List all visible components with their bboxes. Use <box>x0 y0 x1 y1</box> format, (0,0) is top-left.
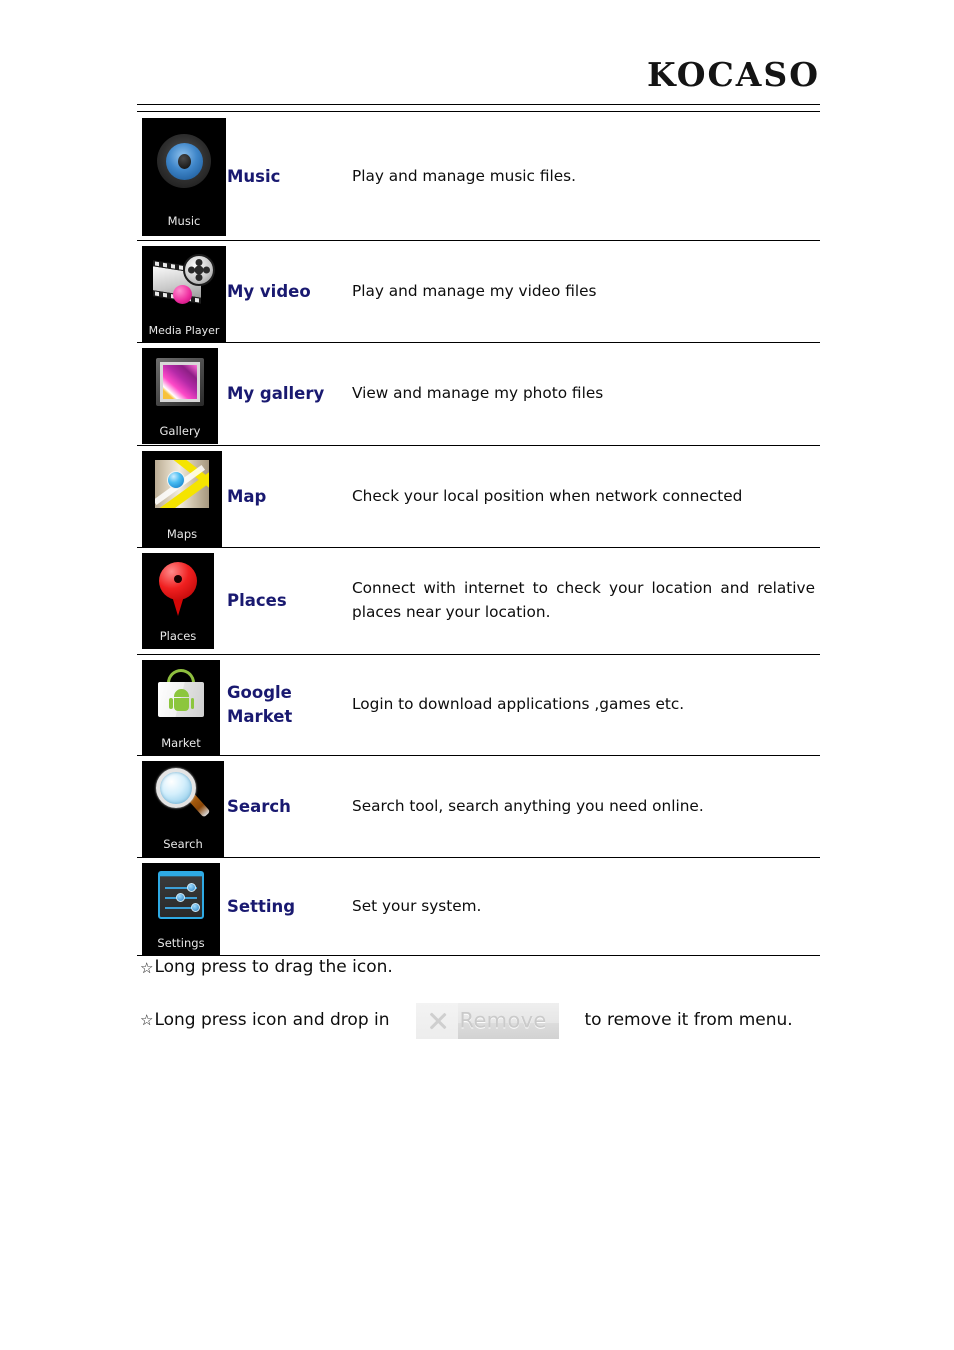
app-name-cell: Map <box>227 446 352 547</box>
app-name: My gallery <box>227 384 325 404</box>
app-name: Search <box>227 796 291 816</box>
icon-cell: Places <box>137 548 227 654</box>
app-desc: Login to download applications ,games et… <box>352 695 685 714</box>
tile-label: Settings <box>157 935 205 950</box>
footer-notes: ☆ Long press to drag the icon. ☆ Long pr… <box>140 955 830 1039</box>
app-name-cell: Search <box>227 756 352 857</box>
header-rule-upper <box>137 104 820 105</box>
app-name-cell: Google Market <box>227 655 352 755</box>
close-icon <box>428 1010 449 1031</box>
app-desc: Set your system. <box>352 896 482 915</box>
app-desc-cell: Connect with internet to check your loca… <box>352 548 820 654</box>
note-drag-text: Long press to drag the icon. <box>154 957 393 977</box>
app-desc-cell: Search tool, search anything you need on… <box>352 756 820 857</box>
icon-cell: Market <box>137 655 227 756</box>
tile-label: Places <box>159 628 197 643</box>
market-icon: Market <box>142 660 220 756</box>
icon-cell: Gallery <box>137 343 227 445</box>
app-desc-cell: Check your local position when network c… <box>352 446 820 547</box>
star-icon: ☆ <box>140 958 154 977</box>
icon-cell: Music <box>137 113 227 240</box>
remove-drop-target[interactable]: Remove <box>415 1002 559 1039</box>
settings-icon: Settings <box>142 863 220 955</box>
icon-cell: Maps <box>137 446 227 547</box>
app-desc: Play and manage music files. <box>352 166 576 185</box>
app-name: Music <box>227 166 281 186</box>
app-desc-cell: Set your system. <box>352 858 820 955</box>
app-list-table: Music Music Play and manage music files. <box>137 113 820 956</box>
table-row: Search Search Search tool, search anythi… <box>137 756 820 858</box>
icon-cell: Search <box>137 756 227 857</box>
places-icon: Places <box>142 553 214 649</box>
tile-label: Search <box>163 836 203 851</box>
app-name-cell: Setting <box>227 858 352 955</box>
app-name: Setting <box>227 896 296 916</box>
icon-cell: Media Player <box>137 241 227 342</box>
media-player-icon: Media Player <box>142 246 226 342</box>
app-desc-cell: Play and manage music files. <box>352 113 820 240</box>
app-name-cell: Places <box>227 548 352 654</box>
app-name: Google Market <box>227 683 293 726</box>
star-icon: ☆ <box>140 1011 154 1030</box>
app-desc-cell: Login to download applications ,games et… <box>352 655 820 755</box>
search-icon: Search <box>142 761 224 857</box>
tile-label: Media Player <box>148 324 220 337</box>
table-row: Gallery My gallery View and manage my ph… <box>137 343 820 446</box>
app-desc-cell: Play and manage my video files <box>352 241 820 342</box>
app-desc-cell: View and manage my photo files <box>352 343 820 445</box>
app-name-cell: My video <box>227 241 352 342</box>
gallery-icon: Gallery <box>142 348 218 444</box>
table-row: Market Google Market Login to download a… <box>137 655 820 756</box>
note-remove-text-after: to remove it from menu. <box>584 1009 793 1030</box>
app-desc: Check your local position when network c… <box>352 486 743 505</box>
note-drag-icon: ☆ Long press to drag the icon. <box>140 955 830 981</box>
brand-logo-text: KOCASO <box>647 55 820 94</box>
note-remove-icon: ☆ Long press icon and drop in Remove to … <box>140 1002 830 1039</box>
table-row: Places Places Connect with internet to c… <box>137 548 820 655</box>
app-name: Map <box>227 486 267 506</box>
note-remove-text-before: Long press icon and drop in <box>154 1009 390 1030</box>
brand-header: KOCASO <box>137 58 820 91</box>
app-desc: Play and manage my video files <box>352 281 597 300</box>
app-desc: Connect with internet to check your loca… <box>352 579 815 621</box>
header-rule-lower <box>137 111 820 112</box>
tile-label: Maps <box>166 526 198 541</box>
app-name-cell: Music <box>227 113 352 240</box>
music-icon: Music <box>142 118 226 236</box>
app-desc: View and manage my photo files <box>352 384 604 403</box>
tile-label: Market <box>161 735 201 750</box>
remove-label: Remove <box>459 1007 547 1032</box>
table-row: Settings Setting Set your system. <box>137 858 820 956</box>
app-name-cell: My gallery <box>227 343 352 445</box>
table-row: Maps Map Check your local position when … <box>137 446 820 548</box>
table-row: Media Player My video Play and manage my… <box>137 241 820 343</box>
app-name: Places <box>227 591 287 611</box>
document-page: KOCASO Music Music Play and manage music… <box>0 0 954 1350</box>
table-row: Music Music Play and manage music files. <box>137 113 820 241</box>
tile-label: Gallery <box>159 423 201 438</box>
maps-icon: Maps <box>142 451 222 547</box>
tile-label: Music <box>167 213 201 228</box>
app-desc: Search tool, search anything you need on… <box>352 796 704 815</box>
icon-cell: Settings <box>137 858 227 955</box>
app-name: My video <box>227 281 311 301</box>
